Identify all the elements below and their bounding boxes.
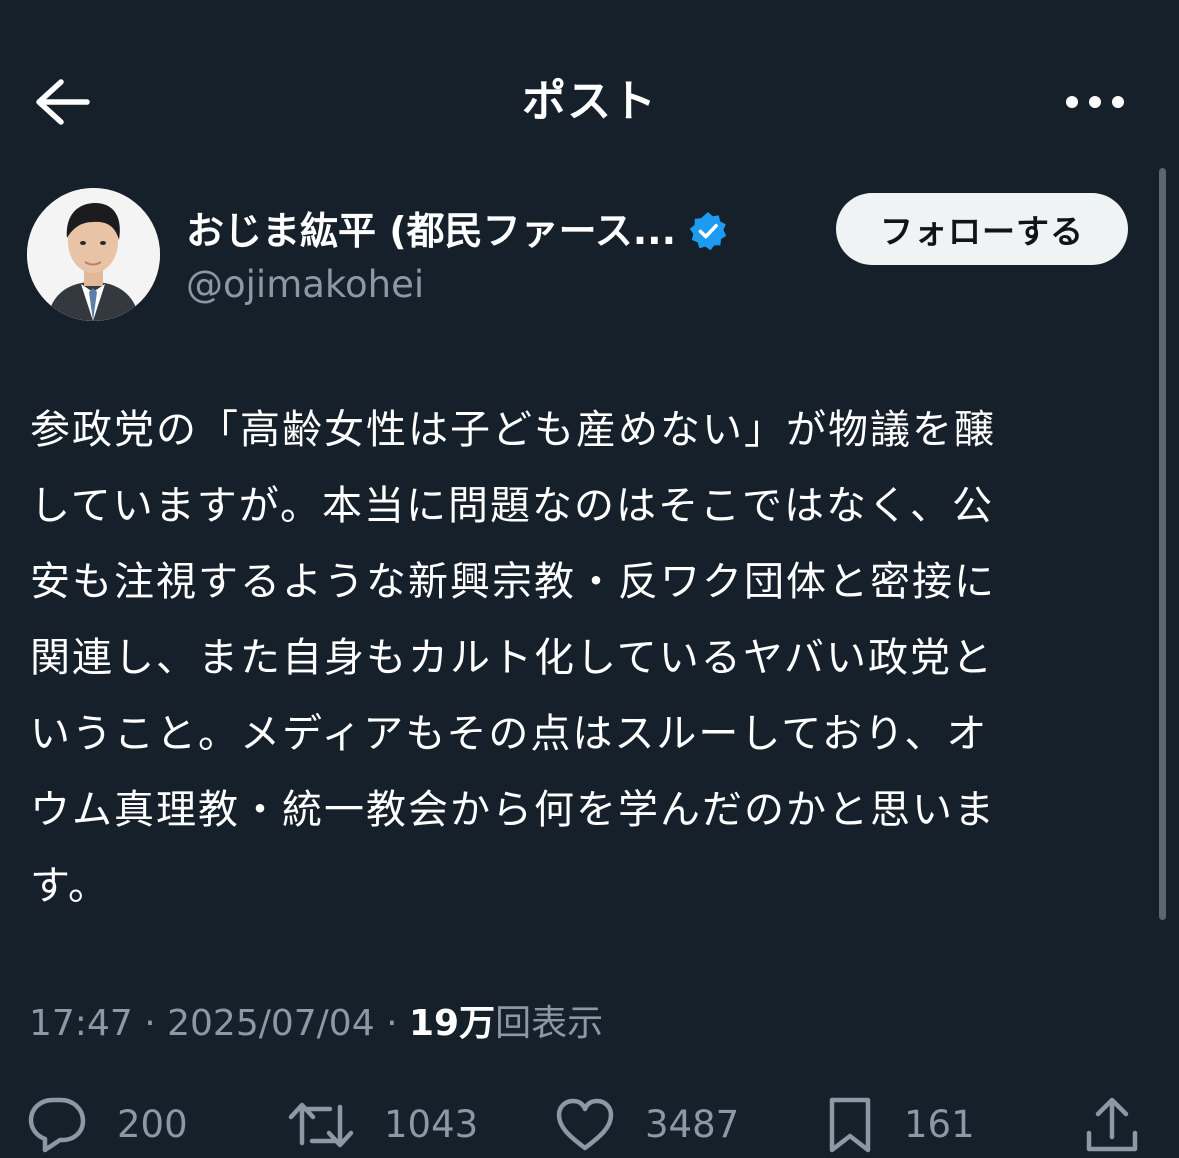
- post-date[interactable]: 2025/07/04: [167, 1003, 375, 1044]
- more-dots-icon: [1065, 95, 1125, 109]
- meta-separator: ·: [144, 1003, 156, 1044]
- author-handle[interactable]: @ojimakohei: [186, 258, 424, 312]
- author-row: おじま紘平 (都民ファース... @ojimakohei フォローする: [0, 188, 1179, 328]
- like-button[interactable]: 3487: [555, 1092, 739, 1158]
- views-count: 19万: [408, 1003, 496, 1044]
- repost-button[interactable]: 1043: [288, 1092, 478, 1158]
- action-bar: 200 1043 3487 161: [0, 1092, 1179, 1158]
- bookmark-count: 161: [904, 1103, 975, 1146]
- author-name-row[interactable]: おじま紘平 (都民ファース...: [186, 202, 728, 260]
- views-label: 回表示: [495, 1003, 604, 1044]
- bookmark-icon: [826, 1096, 874, 1154]
- heart-icon: [555, 1098, 615, 1152]
- top-navigation-bar: ポスト: [0, 40, 1179, 164]
- avatar-photo: [27, 188, 160, 321]
- post-time[interactable]: 17:47: [29, 1003, 133, 1044]
- avatar[interactable]: [27, 188, 160, 321]
- repost-count: 1043: [384, 1103, 479, 1146]
- more-options-button[interactable]: [1050, 66, 1140, 138]
- page-title: ポスト: [522, 76, 657, 127]
- post-detail-page: ポスト おじま紘平 (都民ファース... @ojimakohei フォローする …: [0, 0, 1179, 1153]
- share-icon: [1084, 1095, 1140, 1155]
- follow-button[interactable]: フォローする: [836, 193, 1128, 265]
- reply-icon: [27, 1096, 87, 1154]
- repost-icon: [288, 1097, 354, 1153]
- reply-count: 200: [117, 1103, 188, 1146]
- bookmark-button[interactable]: 161: [826, 1092, 975, 1158]
- like-count: 3487: [645, 1103, 740, 1146]
- post-meta: 17:47 · 2025/07/04 · 19万回表示: [29, 996, 603, 1052]
- author-display-name[interactable]: おじま紘平 (都民ファース...: [186, 204, 676, 258]
- reply-button[interactable]: 200: [27, 1092, 188, 1158]
- post-text: 参政党の「高齢女性は子ども産めない」が物議を醸 していますが。本当に問題なのはそ…: [30, 407, 996, 909]
- meta-separator: ·: [386, 1003, 398, 1044]
- verified-badge-icon[interactable]: [688, 211, 728, 251]
- share-button[interactable]: [1084, 1092, 1140, 1158]
